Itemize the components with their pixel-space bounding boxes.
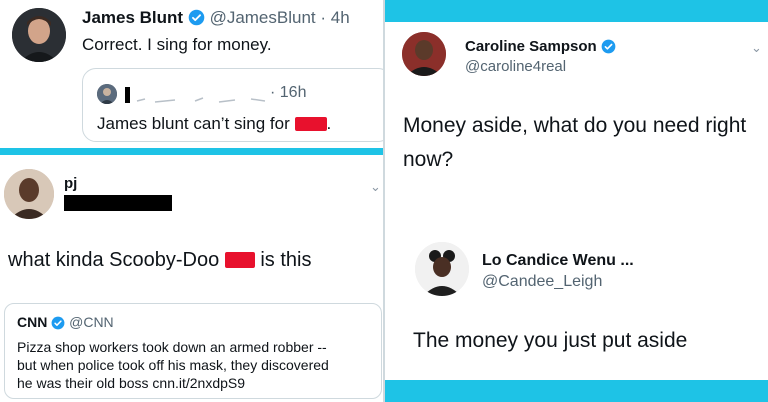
reply-text: The money you just put aside [413,329,688,352]
quoted-text: James blunt can’t sing for [97,114,290,133]
verified-badge-icon [188,9,205,26]
bottom-bar [385,380,768,402]
tweet-james-blunt: James Blunt @JamesBlunt · 4h Correct. I … [0,0,383,148]
tweet-text: Correct. I sing for money. [82,35,272,54]
tweet-text-end: is this [260,249,312,271]
quoted-text-end: . [326,114,332,133]
tweet-text-line-1: Money aside, what do you need right [403,114,747,137]
quoted-tweet-cnn[interactable]: CNN @CNN Pizza shop workers took down an… [4,303,382,399]
verified-badge-icon [601,39,616,54]
tweet-text-line-2: now? [403,148,454,171]
author-name[interactable]: Caroline Sampson [465,38,597,55]
avatar-lo-candice[interactable] [415,242,469,296]
censor-mark [294,117,327,131]
avatar-pj[interactable] [4,169,54,219]
quoted-author-handle: @CNN [69,314,114,330]
chevron-down-icon[interactable]: ⌄ [370,179,381,195]
reply-author-handle[interactable]: @Candee_Leigh [482,273,602,291]
quoted-line-3: he was their old boss cnn.it/2nxdpS9 [17,375,246,391]
quoted-line-1: Pizza shop workers took down an armed ro… [17,339,327,355]
redacted-handle [64,195,172,211]
divider-bar [0,148,383,155]
verified-badge-icon [51,316,65,330]
author-handle[interactable]: @caroline4real [465,58,566,75]
quoted-author-name: CNN [17,314,48,330]
author-handle[interactable]: @JamesBlunt [210,8,316,27]
timestamp[interactable]: · 4h [320,8,349,27]
quoted-tweet[interactable]: · 16h James blunt can’t sing for . [82,68,383,142]
censor-mark [224,252,255,268]
tweet-text: what kinda Scooby-Doo [8,249,220,271]
avatar-quoted-user [97,84,117,104]
tweet-pj: pj ⌄ what kinda Scooby-Doo is this CNN @… [0,155,383,402]
quoted-timestamp: · 16h [270,84,307,101]
avatar-james-blunt[interactable] [12,8,66,62]
top-bar [385,0,768,22]
redacted-name [125,87,130,103]
author-name[interactable]: pj [64,175,77,192]
avatar-caroline[interactable] [402,32,446,76]
author-name[interactable]: James Blunt [82,8,183,27]
tweet-caroline: Caroline Sampson @caroline4real ⌄ Money … [385,22,768,380]
reply-author-name[interactable]: Lo Candice Wenu ... [482,252,634,270]
chevron-down-icon[interactable]: ⌄ [751,40,762,56]
quoted-line-2: but when police took off his mask, they … [17,357,329,373]
redacted-handle-scribble [135,91,269,103]
